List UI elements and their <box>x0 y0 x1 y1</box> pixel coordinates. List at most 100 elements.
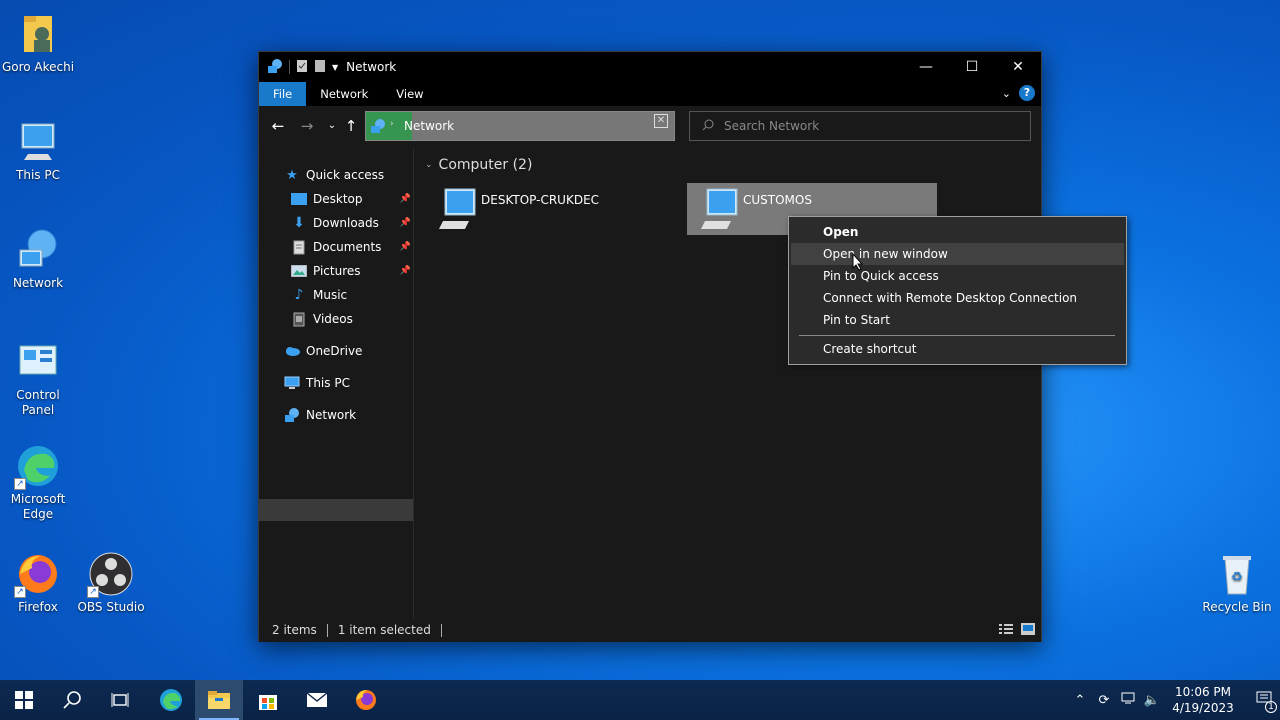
sidebar-item-this-pc[interactable]: This PC <box>284 372 350 394</box>
computer-item[interactable]: DESKTOP-CRUKDEC <box>425 183 675 235</box>
selection-count: 1 item selected <box>337 623 431 637</box>
desktop-icon-control-panel[interactable]: Control Panel <box>0 338 76 418</box>
search-button[interactable] <box>48 680 96 720</box>
sidebar-item-onedrive[interactable]: OneDrive <box>284 340 362 362</box>
up-button[interactable]: ↑ <box>341 116 361 136</box>
collapse-chevron-icon: ⌄ <box>425 160 433 170</box>
pin-icon[interactable]: 📌 <box>400 218 411 228</box>
expand-ribbon-icon[interactable]: ⌄ <box>1002 87 1011 100</box>
volume-icon[interactable]: 🔈 <box>1140 693 1164 708</box>
details-view-icon[interactable] <box>999 623 1013 638</box>
item-name: CUSTOMOS <box>743 193 812 207</box>
sidebar-item-network[interactable]: Network <box>284 404 356 426</box>
desktop-icon-edge[interactable]: ↗ Microsoft Edge <box>0 442 76 522</box>
sidebar-item-desktop[interactable]: Desktop 📌 <box>291 188 411 210</box>
desktop-icon-recycle-bin[interactable]: ♻ Recycle Bin <box>1199 550 1275 615</box>
star-icon: ★ <box>286 167 298 183</box>
sidebar-item-videos[interactable]: Videos <box>291 308 353 330</box>
task-view-button[interactable] <box>96 680 144 720</box>
search-input[interactable]: Search Network <box>724 119 819 133</box>
tab-view[interactable]: View <box>382 82 437 106</box>
new-folder-icon[interactable] <box>314 59 326 76</box>
address-bar[interactable]: › Network <box>365 111 675 141</box>
desktop-icon-firefox[interactable]: ↗ Firefox <box>0 550 76 615</box>
desktop-icon-label: Network <box>12 276 64 290</box>
pin-icon[interactable]: 📌 <box>400 266 411 276</box>
sidebar-item-label: Desktop <box>313 192 363 206</box>
mouse-cursor-icon <box>852 252 864 274</box>
breadcrumb-chevron-icon: › <box>390 119 394 129</box>
maximize-button[interactable]: ☐ <box>949 52 995 82</box>
documents-icon <box>291 239 307 255</box>
window-title: Network <box>346 60 397 74</box>
desktop-icon-label: Control Panel <box>16 388 60 417</box>
sidebar-item-label: Documents <box>313 240 382 254</box>
tab-file[interactable]: File <box>259 82 307 106</box>
desktop-icon-obs[interactable]: ↗ OBS Studio <box>73 550 149 615</box>
recent-locations-button[interactable]: ⌄ <box>322 116 342 136</box>
close-button[interactable]: ✕ <box>995 52 1041 82</box>
search-box[interactable]: Search Network <box>689 111 1031 141</box>
taskbar-store[interactable] <box>244 680 292 720</box>
large-icons-view-icon[interactable] <box>1021 623 1035 638</box>
desktop-icon-label: Firefox <box>18 600 58 614</box>
menu-item-pin-start[interactable]: Pin to Start <box>791 309 1124 331</box>
help-button[interactable]: ? <box>1019 85 1035 101</box>
mail-icon <box>306 692 328 707</box>
properties-icon[interactable] <box>296 59 308 76</box>
pc-icon <box>284 375 300 391</box>
system-tray: ⌃ ⟳ 🔈 10:06 PM 4/19/2023 1 <box>1068 680 1280 720</box>
recycle-bin-icon: ♻ <box>1213 550 1261 598</box>
status-bar: 2 items 1 item selected <box>259 618 1041 642</box>
taskbar-firefox[interactable] <box>342 680 390 720</box>
network-icon <box>267 58 283 77</box>
group-header-label: Computer (2) <box>438 157 533 173</box>
ribbon-tabs: File Network View ⌄ ? <box>259 82 1041 106</box>
chevron-up-icon[interactable]: ⌃ <box>1068 693 1092 708</box>
address-text: Network <box>404 119 455 133</box>
clear-address-icon[interactable]: ✕ <box>654 114 668 128</box>
menu-item-open[interactable]: Open <box>791 221 1124 243</box>
computer-icon <box>439 187 479 234</box>
network-status-icon[interactable] <box>1116 692 1140 708</box>
menu-item-open-new-window[interactable]: Open in new window <box>791 243 1124 265</box>
firefox-icon: ↗ <box>14 550 62 598</box>
update-icon[interactable]: ⟳ <box>1092 693 1116 708</box>
sidebar-item-music[interactable]: ♪ Music <box>291 284 348 306</box>
computer-icon <box>701 187 741 234</box>
pin-icon[interactable]: 📌 <box>400 242 411 252</box>
context-menu: Open Open in new window Pin to Quick acc… <box>788 216 1127 365</box>
pin-icon[interactable]: 📌 <box>400 194 411 204</box>
menu-item-create-shortcut[interactable]: Create shortcut <box>791 338 1124 360</box>
desktop-icon <box>291 191 307 207</box>
desktop-icon-network[interactable]: Network <box>0 226 76 291</box>
sidebar-item-downloads[interactable]: ⬇ Downloads 📌 <box>291 212 411 234</box>
forward-button[interactable]: → <box>297 116 317 136</box>
navigation-bar: ← → ⌄ ↑ › Network ✕ Search Network <box>259 106 1041 148</box>
svg-text:♻: ♻ <box>1231 570 1243 585</box>
notifications-button[interactable]: 1 <box>1248 691 1280 713</box>
group-header[interactable]: ⌄ Computer (2) <box>425 157 532 173</box>
sidebar-item-pictures[interactable]: Pictures 📌 <box>291 260 411 282</box>
obs-icon: ↗ <box>87 550 135 598</box>
menu-item-remote-desktop[interactable]: Connect with Remote Desktop Connection <box>791 287 1124 309</box>
cloud-icon <box>284 343 300 359</box>
minimize-button[interactable]: — <box>903 52 949 82</box>
tab-network[interactable]: Network <box>306 82 382 106</box>
desktop-icon-user-folder[interactable]: Goro Akechi <box>0 10 76 75</box>
sidebar-item-documents[interactable]: Documents 📌 <box>291 236 411 258</box>
taskbar-edge[interactable] <box>147 680 195 720</box>
sidebar-item-quick-access[interactable]: ★ Quick access <box>284 164 384 186</box>
start-button[interactable] <box>0 680 48 720</box>
desktop-icon-this-pc[interactable]: This PC <box>0 118 76 183</box>
back-button[interactable]: ← <box>268 116 288 136</box>
customize-qat-icon[interactable]: ▼ <box>332 63 338 72</box>
taskbar-file-explorer[interactable] <box>195 680 243 720</box>
notification-count-badge: 1 <box>1265 701 1277 713</box>
task-view-icon <box>111 693 129 707</box>
taskbar-mail[interactable] <box>293 680 341 720</box>
clock[interactable]: 10:06 PM 4/19/2023 <box>1168 684 1238 716</box>
menu-item-pin-quick-access[interactable]: Pin to Quick access <box>791 265 1124 287</box>
pictures-icon <box>291 263 307 279</box>
title-bar[interactable]: ▼ Network — ☐ ✕ <box>259 52 1041 82</box>
